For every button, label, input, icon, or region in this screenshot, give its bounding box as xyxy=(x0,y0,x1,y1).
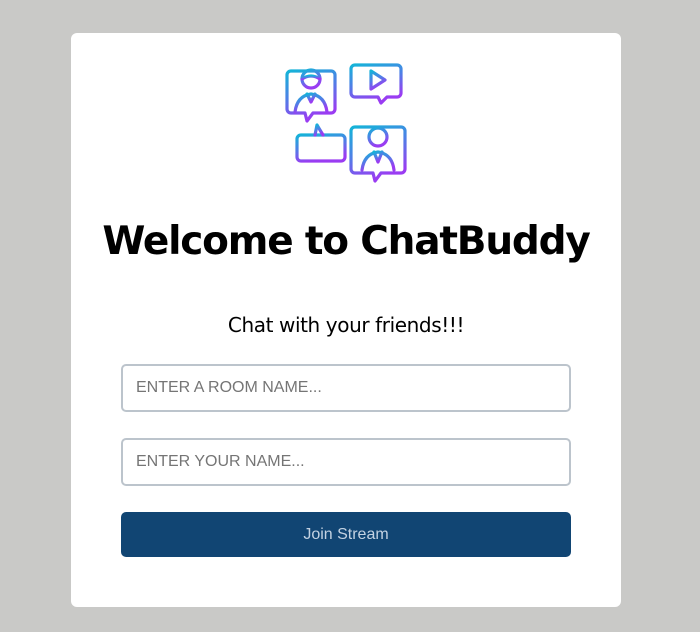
lobby-card: Welcome to ChatBuddy Chat with your frie… xyxy=(71,33,621,607)
user-name-input[interactable] xyxy=(121,438,571,486)
chat-people-icon xyxy=(285,63,407,183)
room-name-input[interactable] xyxy=(121,364,571,412)
page-subtitle: Chat with your friends!!! xyxy=(227,313,465,337)
page-title: Welcome to ChatBuddy xyxy=(102,219,590,264)
join-stream-button[interactable]: Join Stream xyxy=(121,512,571,557)
